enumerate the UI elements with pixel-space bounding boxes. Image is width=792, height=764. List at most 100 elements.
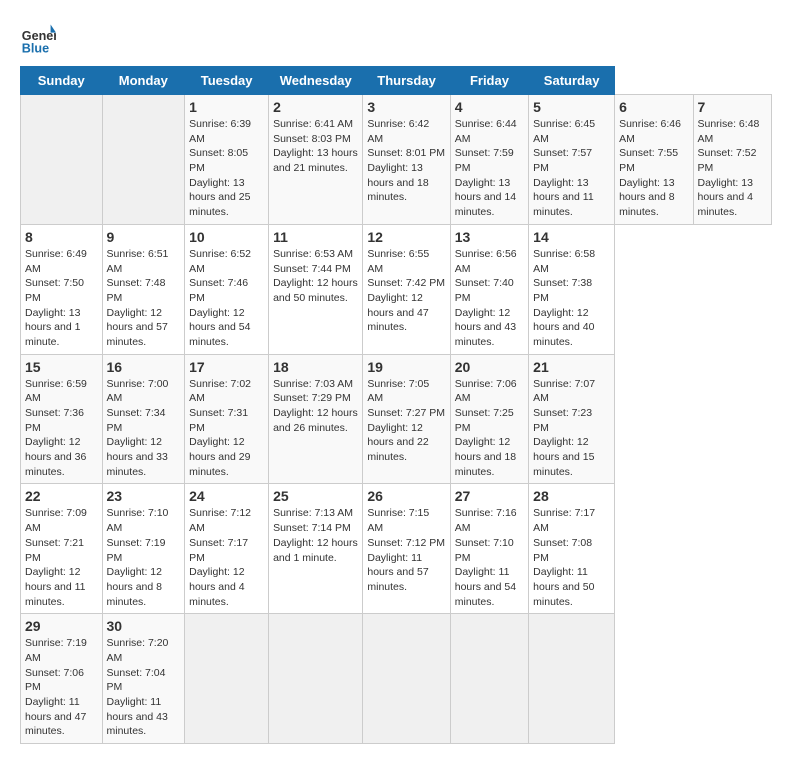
calendar-day-cell: 29 Sunrise: 7:19 AMSunset: 7:06 PMDaylig… bbox=[21, 614, 103, 744]
calendar-day-cell: 19 Sunrise: 7:05 AMSunset: 7:27 PMDaylig… bbox=[363, 354, 450, 484]
calendar-table: SundayMondayTuesdayWednesdayThursdayFrid… bbox=[20, 66, 772, 744]
day-content: Sunrise: 6:51 AMSunset: 7:48 PMDaylight:… bbox=[107, 247, 181, 350]
day-number: 14 bbox=[533, 229, 610, 245]
calendar-day-cell: 3 Sunrise: 6:42 AMSunset: 8:01 PMDayligh… bbox=[363, 95, 450, 225]
calendar-day-cell bbox=[102, 95, 185, 225]
day-content: Sunrise: 7:10 AMSunset: 7:19 PMDaylight:… bbox=[107, 506, 181, 609]
weekday-header: Monday bbox=[102, 67, 185, 95]
day-number: 11 bbox=[273, 229, 358, 245]
day-number: 16 bbox=[107, 359, 181, 375]
page-header: General Blue bbox=[20, 20, 772, 56]
day-content: Sunrise: 6:59 AMSunset: 7:36 PMDaylight:… bbox=[25, 377, 98, 480]
logo-icon: General Blue bbox=[20, 20, 56, 56]
calendar-day-cell bbox=[529, 614, 615, 744]
day-number: 3 bbox=[367, 99, 445, 115]
calendar-day-cell: 21 Sunrise: 7:07 AMSunset: 7:23 PMDaylig… bbox=[529, 354, 615, 484]
day-content: Sunrise: 6:49 AMSunset: 7:50 PMDaylight:… bbox=[25, 247, 98, 350]
weekday-header: Sunday bbox=[21, 67, 103, 95]
day-content: Sunrise: 6:48 AMSunset: 7:52 PMDaylight:… bbox=[698, 117, 768, 220]
day-content: Sunrise: 6:44 AMSunset: 7:59 PMDaylight:… bbox=[455, 117, 524, 220]
calendar-week-row: 15 Sunrise: 6:59 AMSunset: 7:36 PMDaylig… bbox=[21, 354, 772, 484]
day-number: 18 bbox=[273, 359, 358, 375]
calendar-day-cell: 15 Sunrise: 6:59 AMSunset: 7:36 PMDaylig… bbox=[21, 354, 103, 484]
day-number: 4 bbox=[455, 99, 524, 115]
day-number: 17 bbox=[189, 359, 264, 375]
day-content: Sunrise: 7:03 AMSunset: 7:29 PMDaylight:… bbox=[273, 377, 358, 436]
calendar-day-cell: 22 Sunrise: 7:09 AMSunset: 7:21 PMDaylig… bbox=[21, 484, 103, 614]
day-number: 27 bbox=[455, 488, 524, 504]
calendar-day-cell: 23 Sunrise: 7:10 AMSunset: 7:19 PMDaylig… bbox=[102, 484, 185, 614]
day-content: Sunrise: 6:45 AMSunset: 7:57 PMDaylight:… bbox=[533, 117, 610, 220]
calendar-day-cell: 30 Sunrise: 7:20 AMSunset: 7:04 PMDaylig… bbox=[102, 614, 185, 744]
day-content: Sunrise: 7:07 AMSunset: 7:23 PMDaylight:… bbox=[533, 377, 610, 480]
day-number: 24 bbox=[189, 488, 264, 504]
day-content: Sunrise: 6:46 AMSunset: 7:55 PMDaylight:… bbox=[619, 117, 688, 220]
calendar-day-cell: 27 Sunrise: 7:16 AMSunset: 7:10 PMDaylig… bbox=[450, 484, 528, 614]
calendar-day-cell: 14 Sunrise: 6:58 AMSunset: 7:38 PMDaylig… bbox=[529, 224, 615, 354]
calendar-day-cell: 20 Sunrise: 7:06 AMSunset: 7:25 PMDaylig… bbox=[450, 354, 528, 484]
day-content: Sunrise: 6:52 AMSunset: 7:46 PMDaylight:… bbox=[189, 247, 264, 350]
calendar-day-cell: 11 Sunrise: 6:53 AMSunset: 7:44 PMDaylig… bbox=[269, 224, 363, 354]
calendar-week-row: 22 Sunrise: 7:09 AMSunset: 7:21 PMDaylig… bbox=[21, 484, 772, 614]
day-number: 29 bbox=[25, 618, 98, 634]
calendar-day-cell: 24 Sunrise: 7:12 AMSunset: 7:17 PMDaylig… bbox=[185, 484, 269, 614]
day-number: 7 bbox=[698, 99, 768, 115]
day-content: Sunrise: 6:42 AMSunset: 8:01 PMDaylight:… bbox=[367, 117, 445, 205]
day-content: Sunrise: 7:12 AMSunset: 7:17 PMDaylight:… bbox=[189, 506, 264, 609]
calendar-day-cell: 16 Sunrise: 7:00 AMSunset: 7:34 PMDaylig… bbox=[102, 354, 185, 484]
calendar-day-cell: 12 Sunrise: 6:55 AMSunset: 7:42 PMDaylig… bbox=[363, 224, 450, 354]
calendar-day-cell: 17 Sunrise: 7:02 AMSunset: 7:31 PMDaylig… bbox=[185, 354, 269, 484]
day-content: Sunrise: 6:39 AMSunset: 8:05 PMDaylight:… bbox=[189, 117, 264, 220]
day-number: 10 bbox=[189, 229, 264, 245]
day-content: Sunrise: 7:17 AMSunset: 7:08 PMDaylight:… bbox=[533, 506, 610, 609]
calendar-day-cell: 5 Sunrise: 6:45 AMSunset: 7:57 PMDayligh… bbox=[529, 95, 615, 225]
day-content: Sunrise: 6:53 AMSunset: 7:44 PMDaylight:… bbox=[273, 247, 358, 306]
calendar-day-cell bbox=[269, 614, 363, 744]
calendar-week-row: 1 Sunrise: 6:39 AMSunset: 8:05 PMDayligh… bbox=[21, 95, 772, 225]
weekday-header: Friday bbox=[450, 67, 528, 95]
calendar-day-cell: 7 Sunrise: 6:48 AMSunset: 7:52 PMDayligh… bbox=[693, 95, 772, 225]
day-content: Sunrise: 7:05 AMSunset: 7:27 PMDaylight:… bbox=[367, 377, 445, 465]
day-content: Sunrise: 7:20 AMSunset: 7:04 PMDaylight:… bbox=[107, 636, 181, 739]
day-content: Sunrise: 7:02 AMSunset: 7:31 PMDaylight:… bbox=[189, 377, 264, 480]
calendar-day-cell: 1 Sunrise: 6:39 AMSunset: 8:05 PMDayligh… bbox=[185, 95, 269, 225]
calendar-day-cell bbox=[450, 614, 528, 744]
day-content: Sunrise: 7:15 AMSunset: 7:12 PMDaylight:… bbox=[367, 506, 445, 594]
day-content: Sunrise: 6:58 AMSunset: 7:38 PMDaylight:… bbox=[533, 247, 610, 350]
day-content: Sunrise: 7:19 AMSunset: 7:06 PMDaylight:… bbox=[25, 636, 98, 739]
day-number: 15 bbox=[25, 359, 98, 375]
calendar-day-cell: 6 Sunrise: 6:46 AMSunset: 7:55 PMDayligh… bbox=[615, 95, 693, 225]
day-content: Sunrise: 7:09 AMSunset: 7:21 PMDaylight:… bbox=[25, 506, 98, 609]
day-number: 13 bbox=[455, 229, 524, 245]
day-content: Sunrise: 6:41 AMSunset: 8:03 PMDaylight:… bbox=[273, 117, 358, 176]
day-number: 30 bbox=[107, 618, 181, 634]
calendar-body: 1 Sunrise: 6:39 AMSunset: 8:05 PMDayligh… bbox=[21, 95, 772, 744]
calendar-day-cell: 28 Sunrise: 7:17 AMSunset: 7:08 PMDaylig… bbox=[529, 484, 615, 614]
day-number: 20 bbox=[455, 359, 524, 375]
day-number: 28 bbox=[533, 488, 610, 504]
day-number: 19 bbox=[367, 359, 445, 375]
day-number: 2 bbox=[273, 99, 358, 115]
logo: General Blue bbox=[20, 20, 56, 56]
weekday-header: Tuesday bbox=[185, 67, 269, 95]
day-number: 8 bbox=[25, 229, 98, 245]
day-number: 21 bbox=[533, 359, 610, 375]
weekday-header: Wednesday bbox=[269, 67, 363, 95]
calendar-day-cell bbox=[185, 614, 269, 744]
day-content: Sunrise: 7:16 AMSunset: 7:10 PMDaylight:… bbox=[455, 506, 524, 609]
calendar-day-cell: 26 Sunrise: 7:15 AMSunset: 7:12 PMDaylig… bbox=[363, 484, 450, 614]
calendar-header-row: SundayMondayTuesdayWednesdayThursdayFrid… bbox=[21, 67, 772, 95]
svg-text:Blue: Blue bbox=[22, 41, 49, 55]
calendar-day-cell: 4 Sunrise: 6:44 AMSunset: 7:59 PMDayligh… bbox=[450, 95, 528, 225]
calendar-day-cell bbox=[363, 614, 450, 744]
day-content: Sunrise: 7:00 AMSunset: 7:34 PMDaylight:… bbox=[107, 377, 181, 480]
calendar-day-cell: 18 Sunrise: 7:03 AMSunset: 7:29 PMDaylig… bbox=[269, 354, 363, 484]
day-number: 12 bbox=[367, 229, 445, 245]
calendar-week-row: 29 Sunrise: 7:19 AMSunset: 7:06 PMDaylig… bbox=[21, 614, 772, 744]
day-number: 9 bbox=[107, 229, 181, 245]
day-number: 5 bbox=[533, 99, 610, 115]
calendar-day-cell: 8 Sunrise: 6:49 AMSunset: 7:50 PMDayligh… bbox=[21, 224, 103, 354]
calendar-day-cell: 13 Sunrise: 6:56 AMSunset: 7:40 PMDaylig… bbox=[450, 224, 528, 354]
weekday-header: Thursday bbox=[363, 67, 450, 95]
calendar-day-cell: 10 Sunrise: 6:52 AMSunset: 7:46 PMDaylig… bbox=[185, 224, 269, 354]
